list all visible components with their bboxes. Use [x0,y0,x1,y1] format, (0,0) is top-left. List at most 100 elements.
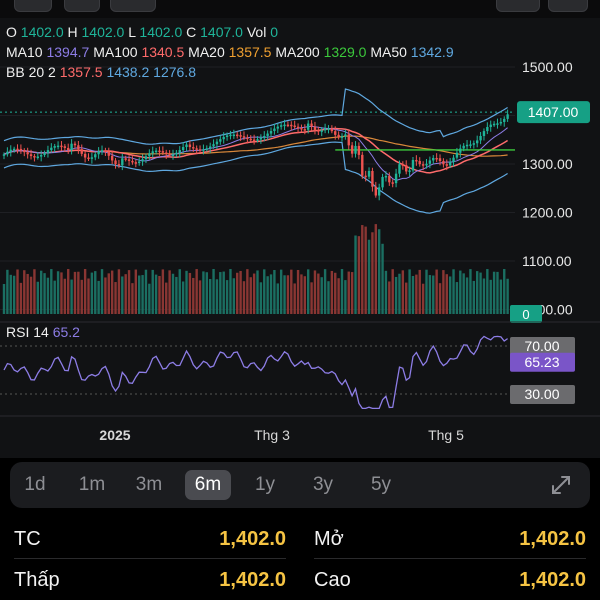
volume-bar [354,235,357,314]
candle-body [364,175,367,178]
candle-body [405,165,408,172]
timeframe-6m[interactable]: 6m [185,470,231,500]
volume-bar [371,232,374,314]
volume-bar [222,271,225,314]
candle-body [415,159,418,162]
timeframe-3y[interactable]: 3y [300,470,346,500]
expand-arrows-icon[interactable] [548,472,574,498]
volume-bar [188,272,192,314]
volume-bar [330,270,334,314]
candle-body [286,124,290,127]
timeframe-3m[interactable]: 3m [126,470,172,500]
volume-bar [442,270,445,314]
candle-body [408,170,411,172]
candle-body [60,145,63,148]
toolbar-button-interval[interactable] [110,0,156,12]
volume-bar [6,269,9,314]
volume-bar [337,278,340,314]
candle-body [367,170,371,177]
volume-bar [43,273,46,314]
candle-body [239,135,242,137]
volume-bar [435,269,438,314]
volume-bar [334,272,337,314]
volume-bar [367,239,371,314]
bb-label: BB 20 2 [6,64,56,80]
timeframe-1m[interactable]: 1m [69,470,115,500]
toolbar-button-right-1[interactable] [496,0,540,12]
candle-body [249,138,252,141]
candle-body [317,130,320,132]
candle-body [117,164,121,166]
volume-value: 0 [270,24,279,40]
volume-bar [104,277,107,314]
volume-bar [60,272,63,314]
volume-bar [290,269,293,314]
candle-body [486,127,489,132]
candle-body [73,143,77,146]
candle-body [195,148,198,150]
candle-body [171,154,175,156]
toolbar-button-right-2[interactable] [548,0,588,12]
stat-label-cao: Cao [314,569,351,591]
candle-body [110,155,114,161]
volume-bar [161,269,165,314]
candle-body [479,135,482,141]
timeframe-selector: 1d 1m 3m 6m 1y 3y 5y [10,462,590,508]
volume-bar [168,270,171,314]
candle-body [9,149,12,152]
stat-label-mo: Mở [314,528,344,550]
candle-body [276,126,279,129]
chart-panel[interactable]: 1500.001400.001300.001200.001100.001000.… [0,18,600,458]
candle-body [2,154,6,156]
volume-bar [496,271,499,314]
stats-divider-left [14,558,286,559]
candle-body [205,148,208,150]
candle-body [489,124,492,128]
volume-bar [100,269,104,314]
volume-bar [398,273,401,314]
candle-body [168,154,171,156]
volume-bar [486,269,489,314]
toolbar-button-add[interactable] [64,0,100,12]
candle-body [310,123,313,127]
volume-bar [411,275,415,314]
volume-bar [425,269,428,314]
volume-bar [445,274,448,314]
candle-body [246,137,249,140]
candle-body [175,152,178,155]
candle-body [232,134,236,137]
time-label-thg-3: Thg 3 [254,427,290,443]
volume-bar [340,269,344,314]
toolbar-button-left[interactable] [14,0,52,12]
candle-body [242,136,246,138]
ma10-label: MA10 [6,44,43,60]
timeframe-1d[interactable]: 1d [12,470,58,500]
volume-bar [266,276,269,314]
candle-body [225,135,229,138]
volume-bar [469,269,472,314]
bb-mid-value: 1357.5 [59,64,103,80]
stats-divider-right [314,558,586,559]
candle-body [141,159,144,162]
candle-body [127,159,131,161]
price-chart[interactable]: 1500.001400.001300.001200.001100.001000.… [0,18,600,458]
candle-body [425,163,428,166]
timeframe-5y[interactable]: 5y [358,470,404,500]
volume-bar [401,270,405,314]
candle-body [283,124,286,127]
volume-bar [114,282,117,314]
candle-body [90,157,94,159]
candle-body [320,130,323,132]
volume-bar [283,275,286,314]
volume-bar [303,276,307,314]
volume-bar [273,270,276,314]
volume-bar [117,269,121,314]
volume-bar [53,280,56,314]
ma100-label: MA100 [93,44,138,60]
volume-bar [181,281,185,314]
volume-bar [323,269,327,314]
timeframe-1y[interactable]: 1y [242,470,288,500]
volume-bar [269,274,273,314]
volume-tag: 0 [522,307,529,322]
volume-bar [503,269,506,314]
